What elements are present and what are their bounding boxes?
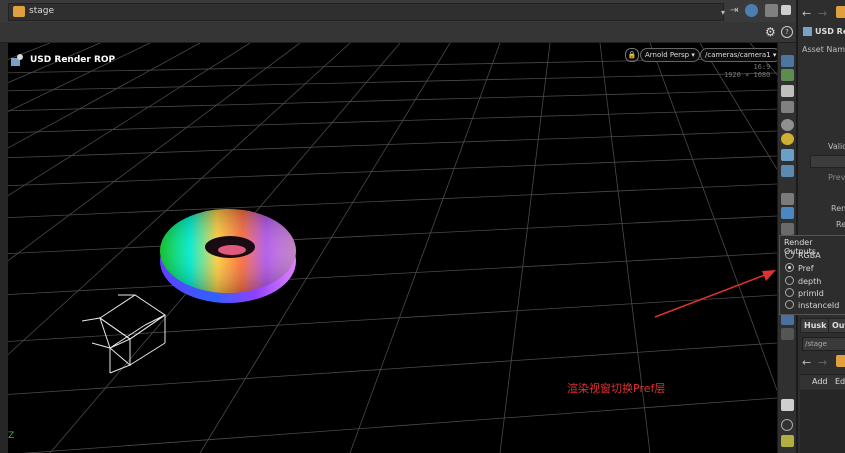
add-menu[interactable]: Add (812, 377, 828, 386)
asset-name-label: Asset Name (802, 45, 845, 54)
info-icon[interactable] (781, 419, 793, 431)
render-output-rgba[interactable]: RGBA (785, 250, 821, 262)
parameter-panel: ← → USD Rend Asset Name Valid Previe Ren… (796, 0, 845, 453)
camera-path-menu[interactable]: /cameras/camera1 ▾ (700, 48, 777, 62)
stage-icon (13, 6, 25, 17)
option-label: instanceId (798, 301, 840, 310)
scene-viewport[interactable]: USD Render ROP 🔒 Arnold Persp ▾ /cameras… (0, 43, 777, 453)
lightbulb-icon[interactable] (781, 133, 794, 145)
path-label: stage (29, 6, 54, 16)
viewport-title: USD Render ROP (30, 55, 116, 65)
forward-arrow-icon[interactable]: → (818, 7, 827, 20)
display-icon[interactable] (781, 149, 794, 161)
tab-husk[interactable]: Husk (800, 318, 831, 333)
tool-icon[interactable] (781, 193, 794, 205)
option-label: primId (798, 289, 824, 298)
snapshot-icon[interactable] (765, 4, 778, 17)
back-arrow-icon[interactable]: ← (802, 7, 811, 20)
info-panel-icon[interactable] (781, 399, 794, 411)
scene-graph-tree[interactable] (800, 390, 845, 453)
render-output-primid[interactable]: primId (785, 288, 824, 300)
radio-icon (785, 300, 794, 309)
valid-field[interactable] (810, 155, 845, 168)
stage-context-icon[interactable] (836, 6, 845, 18)
settings-view-icon[interactable] (781, 328, 794, 340)
render-output-depth[interactable]: depth (785, 276, 821, 288)
camera-wireframe (81, 294, 166, 374)
resolution-value: 1920 × 1080 (724, 71, 771, 79)
resolution-readout: 16:9 1920 × 1080 (724, 63, 770, 79)
globe-icon[interactable] (745, 4, 758, 17)
lock-icon[interactable] (781, 85, 794, 97)
light-icon[interactable] (781, 69, 794, 81)
radio-icon (785, 250, 794, 259)
forward-arrow-icon-2[interactable]: → (818, 356, 827, 369)
render-outputs-menu: Render Outputs RGBA Pref depth primId in… (779, 235, 845, 315)
grid-icon[interactable] (781, 165, 794, 177)
option-label: depth (798, 277, 822, 286)
pin-icon[interactable]: ⇥ (730, 4, 743, 17)
path-field[interactable]: stage ▾ (8, 3, 725, 21)
help-icon[interactable]: ? (781, 26, 793, 38)
radio-icon (785, 288, 794, 297)
gear-icon[interactable]: ⚙ (765, 25, 776, 39)
render-label-1: Rend (831, 204, 845, 213)
option-label: RGBA (798, 251, 821, 260)
network-path-bar: stage ▾ ⇥ (0, 0, 796, 23)
sphere-icon[interactable] (781, 119, 794, 131)
axis-gizmo: Z (8, 431, 15, 441)
rop-node-icon (803, 27, 812, 36)
radio-selected-icon (785, 263, 794, 272)
tab-outputs[interactable]: Outp (828, 318, 845, 333)
radio-icon (785, 276, 794, 285)
render-output-instanceid[interactable]: instanceId (785, 300, 839, 312)
render-label-2: Re (836, 220, 845, 229)
viewport-left-strip (0, 43, 8, 453)
annotation-text: 渲染视窗切换Pref层 (567, 382, 666, 395)
preview-label: Previe (828, 173, 845, 182)
camera-lock-icon[interactable]: 🔒 (625, 48, 639, 62)
back-arrow-icon-2[interactable]: ← (802, 356, 811, 369)
stage-context-icon-2[interactable] (836, 355, 845, 367)
node-title: USD Rend (815, 27, 845, 36)
viewer-toolbar: ⚙ ? (0, 22, 796, 43)
camera-icon[interactable] (781, 55, 794, 67)
option-label: Pref (798, 264, 814, 273)
maximize-icon[interactable] (781, 5, 791, 15)
torus-object (160, 209, 296, 303)
aov-icon[interactable] (781, 223, 794, 235)
edit-menu[interactable]: Edi (835, 377, 845, 386)
aspect-ratio: 16:9 (753, 63, 771, 71)
pin-view-icon[interactable] (781, 101, 794, 113)
render-region-icon[interactable] (781, 207, 794, 219)
valid-label: Valid (828, 142, 845, 151)
layout-icon[interactable] (781, 435, 794, 447)
camera-menu[interactable]: Arnold Persp ▾ (640, 48, 700, 62)
usd-node-icon (11, 54, 23, 66)
render-output-pref[interactable]: Pref (785, 263, 814, 275)
stage-field[interactable]: /stage (802, 337, 845, 351)
